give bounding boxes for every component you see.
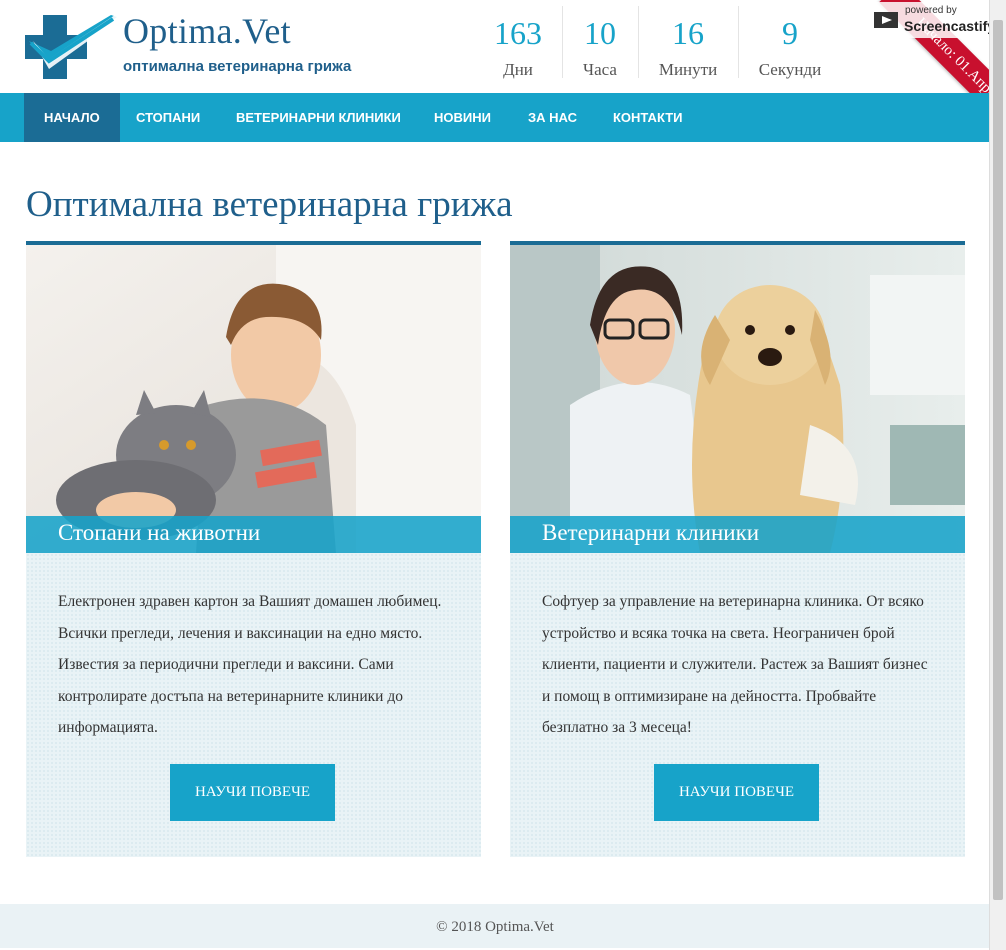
logo-title[interactable]: Optima.Vet <box>123 10 291 52</box>
card-caption[interactable]: Стопани на животни <box>58 520 260 546</box>
watermark-name: Screencastify <box>904 18 996 34</box>
footer-copyright: © 2018 Optima.Vet <box>436 919 554 935</box>
watermark-powered: powered by <box>905 5 957 16</box>
main-nav: НАЧАЛО СТОПАНИ ВЕТЕРИНАРНИ КЛИНИКИ НОВИН… <box>0 93 990 142</box>
screencastify-icon <box>874 12 898 28</box>
countdown-hours-wrap: 10 Часа <box>570 6 630 86</box>
card-description: Електронен здравен картон за Вашият дома… <box>58 593 442 736</box>
learn-more-button-clinics[interactable]: НАУЧИ ПОВЕЧЕ <box>654 764 819 821</box>
countdown-divider <box>738 6 739 78</box>
card-caption[interactable]: Ветеринарни клиники <box>542 520 759 546</box>
owners-card: Стопани на животни Електронен здравен ка… <box>26 241 481 857</box>
countdown-minutes-wrap: 16 Минути <box>652 6 724 86</box>
logo-subtitle: оптимална ветеринарна грижа <box>123 58 352 75</box>
footer: © 2018 Optima.Vet <box>0 904 990 948</box>
screencastify-watermark: powered by Screencastify <box>868 2 1002 38</box>
countdown-label: Минути <box>658 60 718 79</box>
boy-with-cat-photo[interactable] <box>26 245 481 553</box>
card-caption-bar: Стопани на животни <box>26 516 481 553</box>
countdown-seconds: 9 Секунди <box>752 6 828 86</box>
countdown-value: 163 <box>494 15 542 51</box>
nav-item-contacts[interactable]: КОНТАКТИ <box>593 93 703 142</box>
countdown-divider <box>562 6 563 78</box>
page-title: Оптимална ветеринарна грижа <box>26 184 513 225</box>
countdown-value: 16 <box>672 15 704 51</box>
nav-item-owners[interactable]: СТОПАНИ <box>116 93 220 142</box>
page-scrollbar[interactable] <box>989 0 1006 950</box>
nav-item-about[interactable]: ЗА НАС <box>508 93 597 142</box>
card-caption-bar: Ветеринарни клиники <box>510 516 965 553</box>
nav-item-news[interactable]: НОВИНИ <box>414 93 511 142</box>
learn-more-button-owners[interactable]: НАУЧИ ПОВЕЧЕ <box>170 764 335 821</box>
countdown-value: 10 <box>584 15 616 51</box>
countdown-hours: 10 Часа <box>570 6 630 86</box>
scrollbar-thumb[interactable] <box>993 20 1003 900</box>
clinics-card: Ветеринарни клиники Софтуер за управлени… <box>510 241 965 857</box>
countdown-days: 163 Дни <box>486 6 550 86</box>
vet-with-dog-photo[interactable] <box>510 245 965 553</box>
countdown-label: Дни <box>503 60 533 79</box>
vet-with-dog-image <box>510 245 965 553</box>
countdown-minutes: 16 Минути <box>652 6 724 86</box>
logo-cross-icon[interactable] <box>25 11 121 79</box>
countdown-divider <box>638 6 639 78</box>
countdown-seconds-wrap: 9 Секунди <box>752 6 828 86</box>
countdown-label: Секунди <box>758 60 822 79</box>
countdown-value: 9 <box>782 15 798 51</box>
card-description: Софтуер за управление на ветеринарна кли… <box>542 593 928 736</box>
nav-item-home[interactable]: НАЧАЛО <box>24 93 120 142</box>
countdown-label: Часа <box>583 60 617 79</box>
countdown: 163 Дни <box>486 6 550 86</box>
nav-item-clinics[interactable]: ВЕТЕРИНАРНИ КЛИНИКИ <box>216 93 421 142</box>
boy-with-cat-image <box>26 245 481 553</box>
